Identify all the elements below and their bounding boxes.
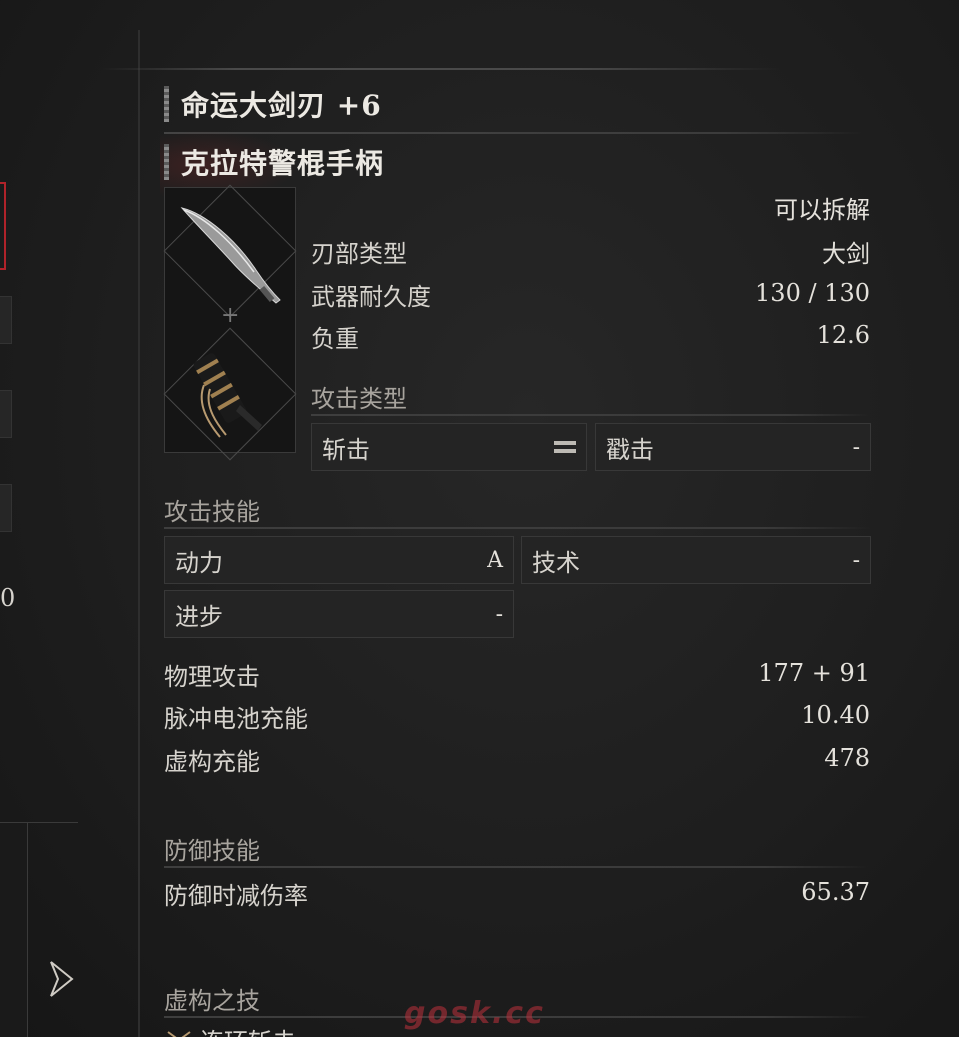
pierce-cell: 戳击 -	[595, 423, 871, 471]
left-slot[interactable]	[0, 296, 12, 344]
fable-art-name: 连环斩击	[200, 1022, 296, 1037]
divider	[100, 68, 780, 70]
fable-arts-label: 虚构之技	[164, 987, 260, 1015]
left-slot[interactable]	[0, 390, 12, 438]
divider	[138, 30, 140, 1037]
attack-type-label: 攻击类型	[311, 385, 407, 413]
handle-name: 克拉特警棍手柄	[181, 147, 385, 180]
greatsword-blade-icon	[180, 207, 281, 304]
blade-type-value: 大剑	[822, 240, 870, 268]
advance-label: 进步	[175, 602, 223, 631]
physical-attack-value: 177 + 91	[758, 659, 870, 687]
weight-value: 12.6	[816, 321, 870, 349]
tech-value: -	[852, 547, 860, 573]
slash-label: 斩击	[322, 435, 370, 464]
advance-cell: 进步 -	[164, 590, 514, 638]
selected-slot-highlight[interactable]	[0, 182, 6, 270]
left-item-box[interactable]	[0, 822, 28, 1037]
attack-skills-label: 攻击技能	[164, 498, 260, 526]
slash-cell: 斩击	[311, 423, 587, 471]
weight-label: 负重	[311, 325, 359, 353]
physical-attack-label: 物理攻击	[164, 663, 260, 691]
guard-reduction-label: 防御时减伤率	[164, 882, 308, 910]
left-slot[interactable]	[0, 484, 12, 532]
blade-type-label: 刃部类型	[311, 240, 407, 268]
baton-handle-icon	[193, 353, 262, 438]
guard-reduction-value: 65.37	[801, 878, 870, 906]
pulse-charge-label: 脉冲电池充能	[164, 705, 308, 733]
durability-label: 武器耐久度	[311, 283, 431, 311]
disassemble-status: 可以拆解	[774, 196, 870, 224]
weapon-name-row: 命运大剑刃 +6	[164, 82, 382, 126]
power-cell: 动力 A	[164, 536, 514, 584]
fable-art-item[interactable]: 连环斩击	[166, 1022, 296, 1037]
plus-icon: +	[221, 303, 240, 328]
defense-skills-label: 防御技能	[164, 837, 260, 865]
handle-name-row: 克拉特警棍手柄	[164, 140, 384, 184]
pierce-label: 戳击	[606, 435, 654, 464]
pulse-charge-value: 10.40	[801, 701, 870, 729]
durability-value: 130 / 130	[755, 279, 870, 307]
title-marker	[164, 144, 169, 180]
divider	[311, 414, 871, 416]
divider	[164, 866, 870, 868]
divider	[28, 822, 78, 823]
advance-value: -	[495, 601, 503, 627]
divider	[164, 527, 870, 529]
tech-cell: 技术 -	[521, 536, 871, 584]
watermark: gosk.cc	[404, 996, 545, 1031]
tech-label: 技术	[532, 548, 580, 577]
fable-charge-value: 478	[824, 744, 870, 772]
arrow-right-icon[interactable]	[48, 960, 74, 998]
crossed-blades-icon	[167, 1030, 191, 1037]
pierce-value: -	[852, 434, 860, 460]
equal-icon	[554, 441, 576, 453]
fable-charge-label: 虚构充能	[164, 748, 260, 776]
left-panel: 0	[0, 0, 140, 1037]
power-value: A	[487, 547, 503, 573]
title-marker	[164, 86, 169, 122]
left-partial-value: 0	[0, 584, 16, 612]
weapon-name: 命运大剑刃 +6	[181, 89, 382, 122]
power-label: 动力	[175, 548, 223, 577]
